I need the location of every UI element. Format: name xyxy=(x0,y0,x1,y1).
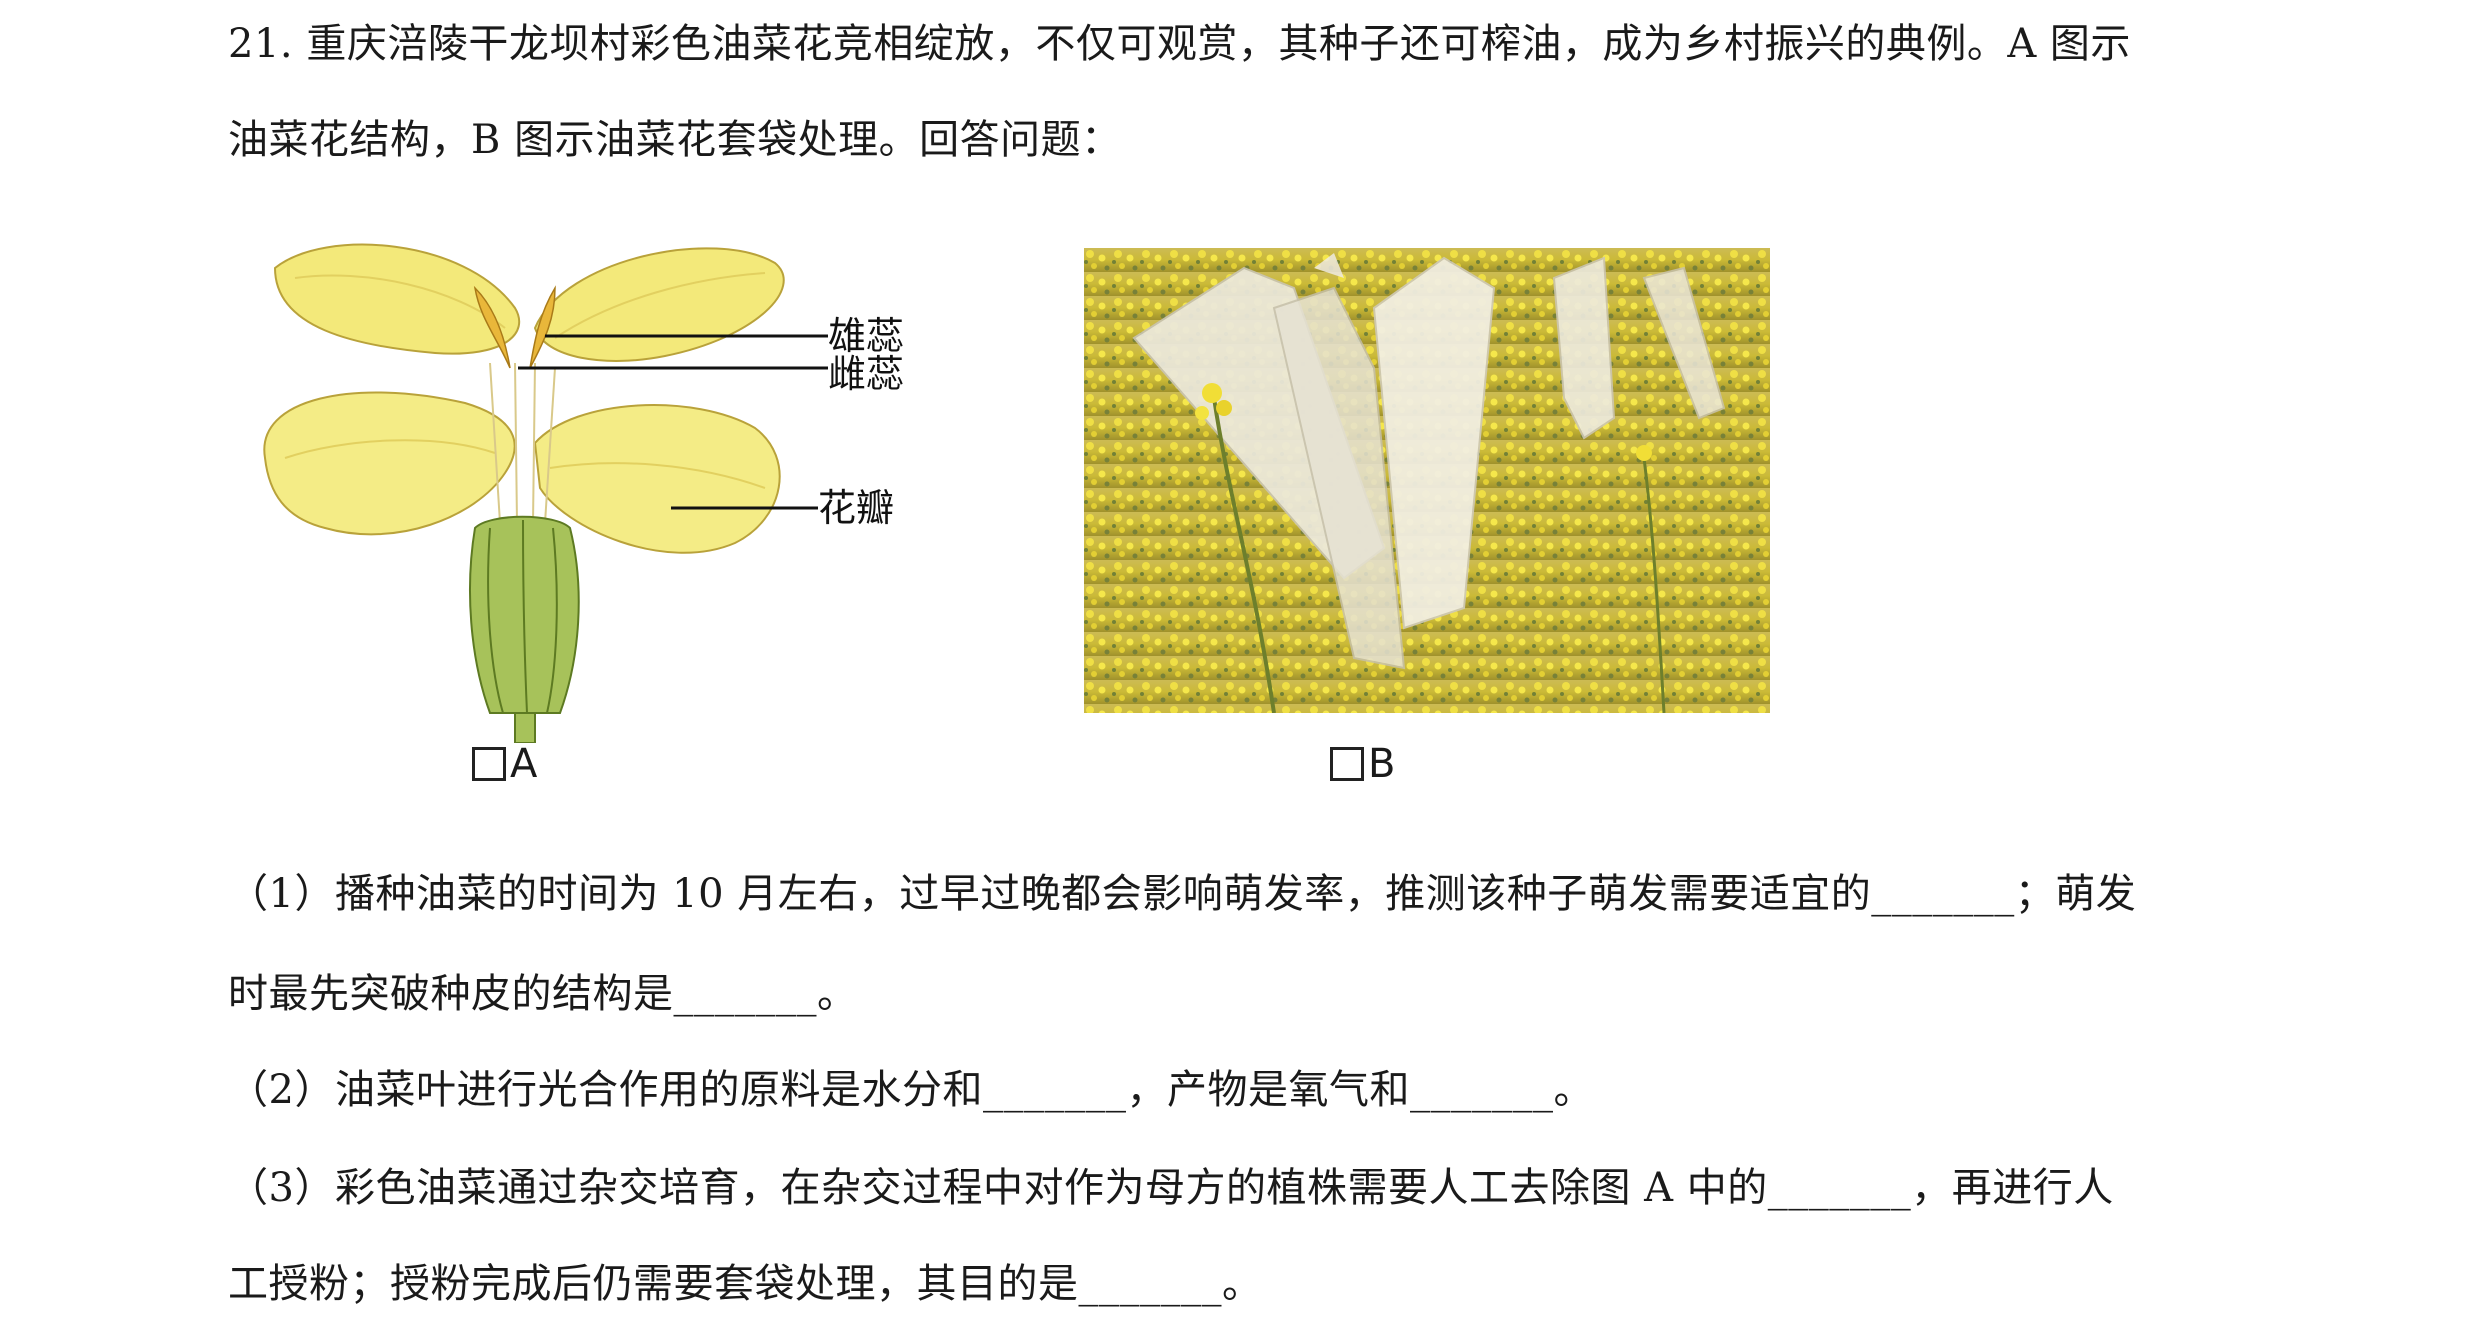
label-petal: 花瓣 xyxy=(818,486,895,530)
figure-b-bagged-flowers-photo xyxy=(1084,248,1770,713)
question-stem-line1: 21. 重庆涪陵干龙坝村彩色油菜花竞相绽放，不仅可观赏，其种子还可榨油，成为乡村… xyxy=(228,21,2131,67)
part1-line2: 时最先突破种皮的结构是_______。 xyxy=(228,971,858,1017)
figure-glyph-icon xyxy=(472,747,506,781)
figure-b-caption: B xyxy=(1330,736,1395,792)
label-pistil: 雌蕊 xyxy=(828,352,905,396)
part3-line2: 工授粉；授粉完成后仍需要套袋处理，其目的是_______。 xyxy=(228,1261,1263,1307)
part2-line1: （2）油菜叶进行光合作用的原料是水分和_______，产物是氧气和_______… xyxy=(228,1067,1594,1113)
part1-line1: （1）播种油菜的时间为 10 月左右，过早过晚都会影响萌发率，推测该种子萌发需要… xyxy=(228,871,2137,917)
question-stem-line2: 油菜花结构，B 图示油菜花套袋处理。回答问题： xyxy=(228,117,1122,163)
part3-line1: （3）彩色油菜通过杂交培育，在杂交过程中对作为母方的植株需要人工去除图 A 中的… xyxy=(228,1165,2114,1211)
figure-a-caption: A xyxy=(472,736,537,792)
figure-glyph-icon xyxy=(1330,747,1364,781)
